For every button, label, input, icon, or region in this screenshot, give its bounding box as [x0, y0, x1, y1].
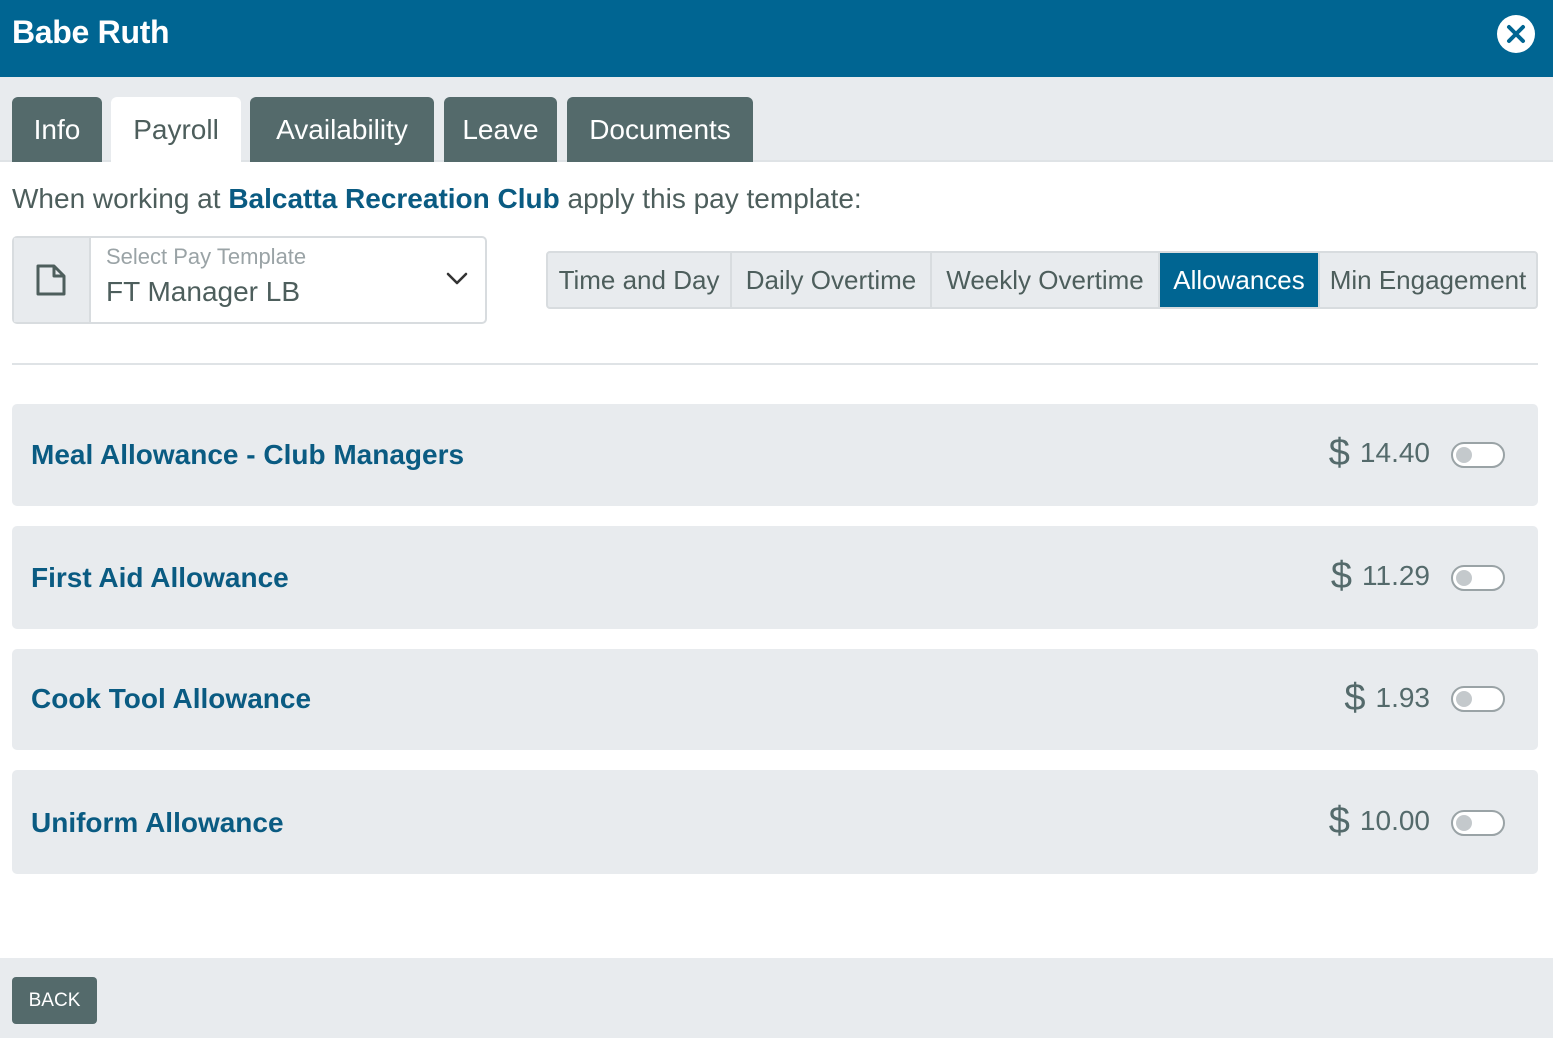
allowance-toggle[interactable] — [1451, 810, 1505, 836]
dollar-icon: $ — [1328, 800, 1350, 842]
toggle-knob — [1456, 691, 1472, 707]
pay-template-select[interactable]: Select Pay Template FT Manager LB — [12, 236, 487, 324]
tab-info[interactable]: Info — [12, 97, 102, 162]
toggle-knob — [1456, 570, 1472, 586]
select-label: Select Pay Template — [106, 244, 307, 269]
tab-leave[interactable]: Leave — [444, 97, 557, 162]
segment-label: Time and Day — [558, 264, 720, 295]
segment-time-and-day[interactable]: Time and Day — [548, 253, 732, 307]
tab-label: Documents — [589, 113, 731, 145]
allowance-name: Meal Allowance - Club Managers — [31, 439, 465, 470]
allowance-value: 1.93 — [1375, 682, 1431, 713]
back-button[interactable]: BACK — [12, 977, 97, 1024]
dollar-icon: $ — [1344, 677, 1366, 719]
allowance-toggle[interactable] — [1451, 442, 1505, 468]
allowance-amount: $ 14.40 — [1329, 434, 1430, 472]
pay-template-intro: When working at Balcatta Recreation Club… — [12, 183, 862, 215]
segment-daily-overtime[interactable]: Daily Overtime — [732, 253, 932, 307]
allowance-amount: $ 1.93 — [1344, 679, 1430, 717]
tab-bar: Info Payroll Availability Leave Document… — [0, 77, 1553, 162]
modal-header: Babe Ruth — [0, 0, 1553, 77]
chevron-down-icon — [446, 272, 468, 285]
allowance-row: First Aid Allowance $ 11.29 — [12, 526, 1538, 629]
allowance-amount: $ 10.00 — [1329, 802, 1430, 840]
segment-label: Allowances — [1173, 264, 1305, 295]
segment-label: Min Engagement — [1329, 264, 1527, 295]
allowance-row: Uniform Allowance $ 10.00 — [12, 770, 1538, 874]
modal-footer: BACK — [0, 958, 1553, 1038]
select-icon-cell — [14, 238, 91, 322]
tab-payroll[interactable]: Payroll — [111, 97, 241, 162]
segment-allowances[interactable]: Allowances — [1160, 253, 1320, 307]
allowance-value: 14.40 — [1359, 437, 1430, 468]
toggle-knob — [1456, 815, 1472, 831]
allowance-value: 11.29 — [1362, 560, 1430, 591]
segment-label: Weekly Overtime — [946, 264, 1144, 295]
allowance-amount: $ 11.29 — [1331, 557, 1430, 595]
club-name: Balcatta Recreation Club — [228, 183, 560, 214]
dollar-icon: $ — [1328, 432, 1350, 474]
segment-label: Daily Overtime — [745, 264, 917, 295]
tab-label: Availability — [276, 113, 408, 145]
allowance-row: Cook Tool Allowance $ 1.93 — [12, 649, 1538, 750]
select-value: FT Manager LB — [106, 276, 301, 307]
close-button[interactable] — [1497, 15, 1535, 53]
allowance-toggle[interactable] — [1451, 565, 1505, 591]
tab-label: Leave — [462, 113, 539, 145]
toggle-knob — [1456, 447, 1472, 463]
allowance-name: First Aid Allowance — [31, 562, 289, 593]
dollar-icon: $ — [1330, 555, 1352, 597]
allowance-toggle[interactable] — [1451, 686, 1505, 712]
segment-min-engagement[interactable]: Min Engagement — [1320, 253, 1536, 307]
tab-documents[interactable]: Documents — [567, 97, 753, 162]
intro-prefix: When working at — [12, 183, 221, 214]
segment-weekly-overtime[interactable]: Weekly Overtime — [932, 253, 1160, 307]
tab-label: Payroll — [133, 113, 219, 145]
tab-label: Info — [33, 113, 81, 145]
allowance-name: Cook Tool Allowance — [31, 683, 312, 714]
employee-name: Babe Ruth — [12, 14, 170, 50]
section-divider — [12, 363, 1538, 365]
document-icon — [36, 264, 66, 296]
allowance-value: 10.00 — [1359, 805, 1430, 836]
intro-suffix: apply this pay template: — [567, 183, 862, 214]
allowance-row: Meal Allowance - Club Managers $ 14.40 — [12, 404, 1538, 506]
tab-availability[interactable]: Availability — [250, 97, 434, 162]
rule-type-segmented-control: Time and Day Daily Overtime Weekly Overt… — [546, 251, 1538, 309]
allowance-name: Uniform Allowance — [31, 807, 284, 838]
close-icon — [1507, 25, 1525, 43]
